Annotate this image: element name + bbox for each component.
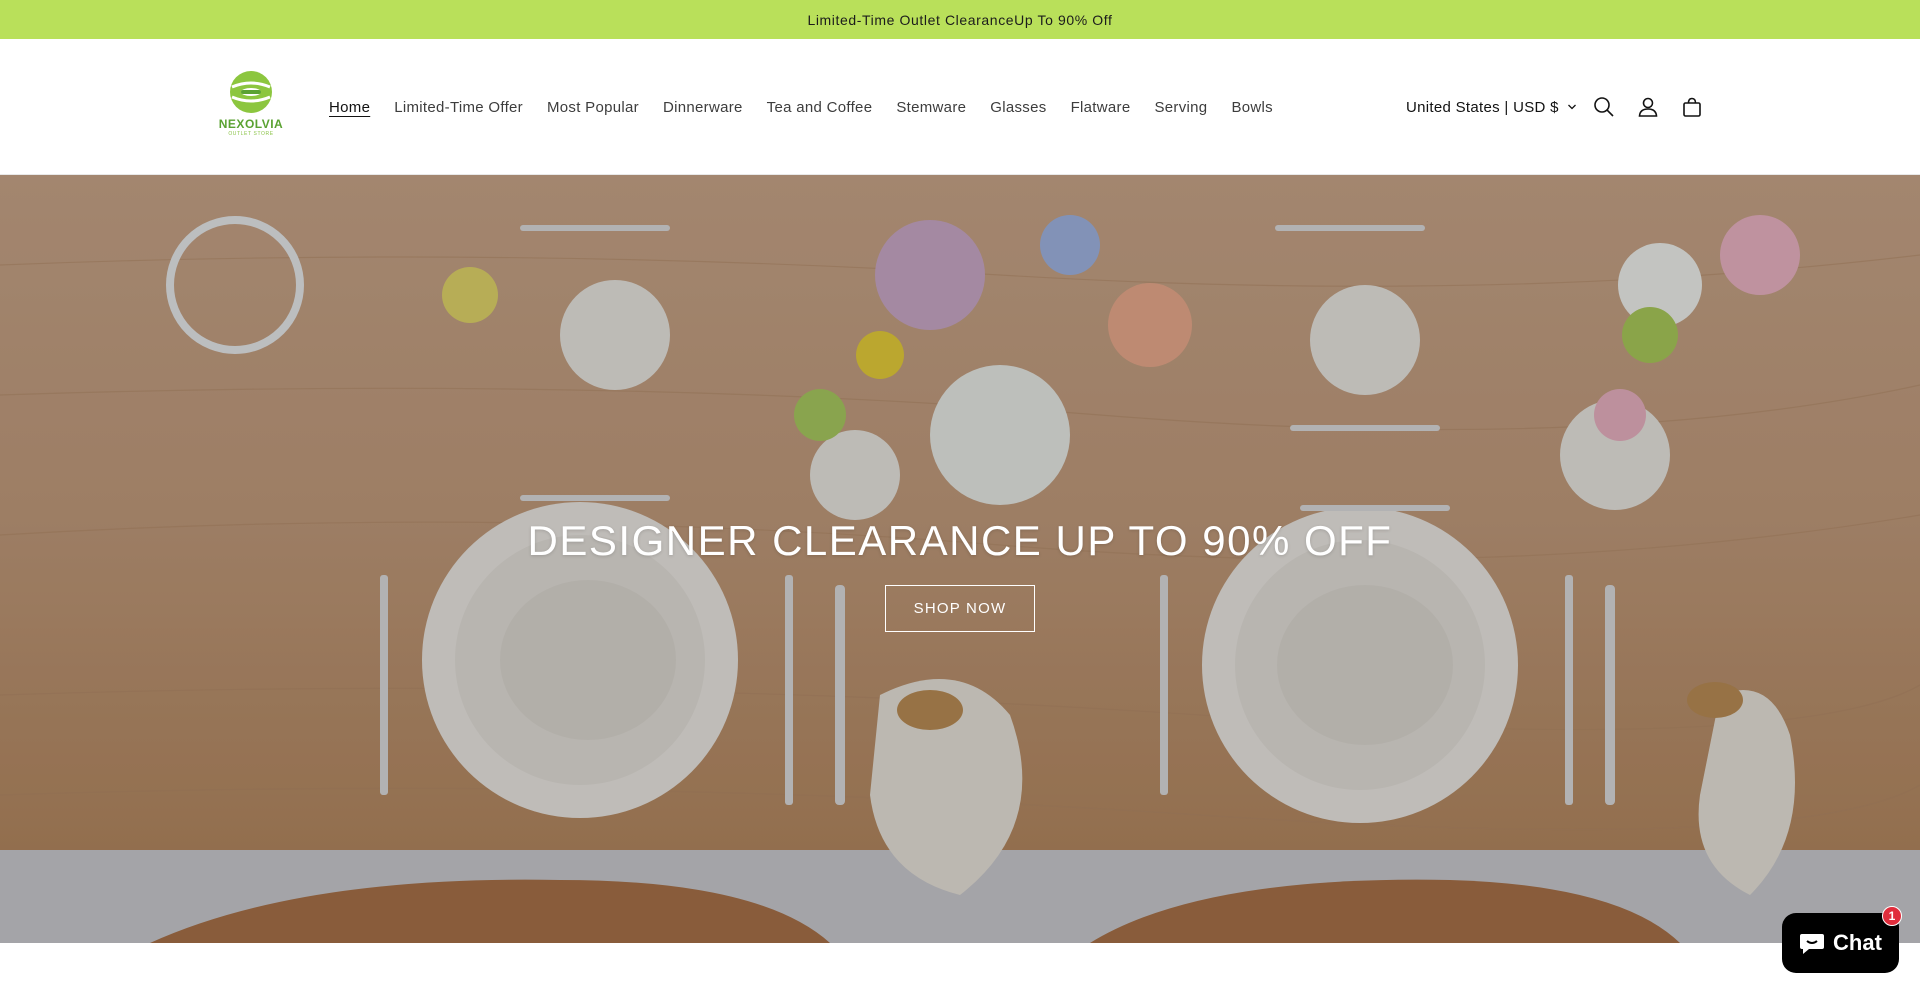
nav-item-serving[interactable]: Serving bbox=[1142, 99, 1219, 116]
site-header: NEXOLVIA OUTLET STORE Home Limited-Time … bbox=[0, 39, 1920, 175]
nav-item-bowls[interactable]: Bowls bbox=[1219, 99, 1285, 116]
country-currency-selector[interactable]: United States | USD $ bbox=[1396, 39, 1587, 175]
shop-now-button[interactable]: SHOP NOW bbox=[885, 584, 1035, 632]
chat-label: Chat bbox=[1833, 930, 1882, 955]
chat-notification-badge: 1 bbox=[1882, 906, 1902, 926]
nav-item-tea-and-coffee[interactable]: Tea and Coffee bbox=[755, 99, 885, 116]
nav-item-glasses[interactable]: Glasses bbox=[978, 99, 1058, 116]
nav-item-most-popular[interactable]: Most Popular bbox=[535, 99, 651, 116]
announcement-text: Limited-Time Outlet ClearanceUp To 90% O… bbox=[807, 11, 1113, 28]
nav-item-flatware[interactable]: Flatware bbox=[1059, 99, 1143, 116]
chat-bubble-icon bbox=[1800, 934, 1825, 954]
main-nav: Home Limited-Time Offer Most Popular Din… bbox=[317, 39, 1285, 175]
cart-icon[interactable] bbox=[1677, 92, 1707, 122]
nav-item-home[interactable]: Home bbox=[317, 99, 382, 116]
hero-content: DESIGNER CLEARANCE UP TO 90% OFF SHOP NO… bbox=[0, 175, 1920, 943]
account-icon[interactable] bbox=[1633, 92, 1663, 122]
locale-label: United States | USD $ bbox=[1406, 98, 1559, 116]
brand-logo[interactable]: NEXOLVIA OUTLET STORE bbox=[218, 69, 284, 144]
brand-tagline: OUTLET STORE bbox=[228, 131, 274, 137]
search-icon[interactable] bbox=[1589, 92, 1619, 122]
nav-item-dinnerware[interactable]: Dinnerware bbox=[651, 99, 755, 116]
logo-emblem-icon bbox=[230, 71, 272, 113]
announcement-bar: Limited-Time Outlet ClearanceUp To 90% O… bbox=[0, 0, 1920, 39]
chevron-down-icon bbox=[1567, 104, 1576, 110]
hero-banner: DESIGNER CLEARANCE UP TO 90% OFF SHOP NO… bbox=[0, 175, 1920, 943]
nav-item-limited-time-offer[interactable]: Limited-Time Offer bbox=[382, 99, 535, 116]
chat-button[interactable]: Chat bbox=[1782, 913, 1899, 973]
brand-name: NEXOLVIA bbox=[218, 117, 284, 131]
hero-title: DESIGNER CLEARANCE UP TO 90% OFF bbox=[527, 516, 1393, 564]
nav-item-stemware[interactable]: Stemware bbox=[884, 99, 978, 116]
